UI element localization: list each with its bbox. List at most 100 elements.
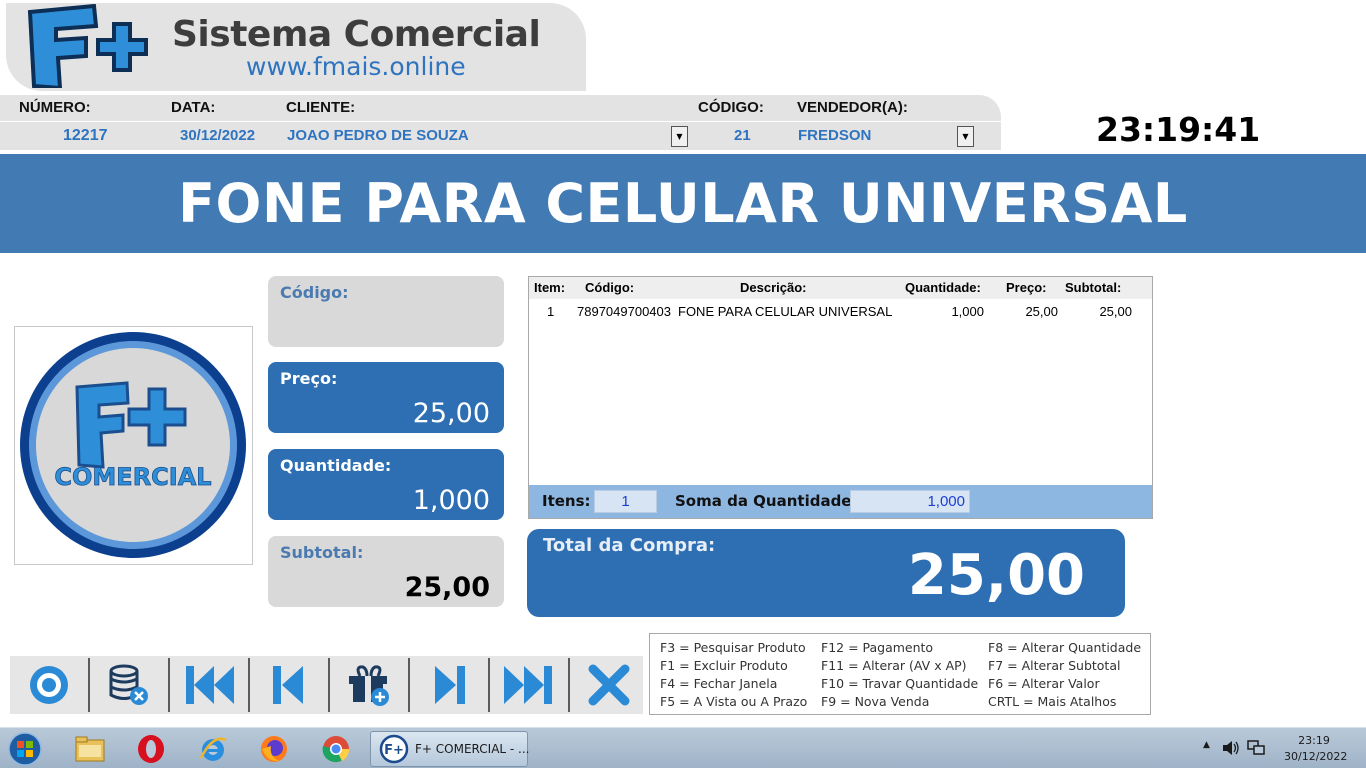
row-quantidade: 1,000 [951, 304, 984, 319]
close-button[interactable] [570, 656, 648, 714]
subtotal-card-label: Subtotal: [280, 543, 364, 562]
fmais-comercial-logo-icon: COMERCIAL [20, 332, 246, 558]
taskbar-explorer[interactable] [74, 733, 106, 765]
header-divider [0, 121, 1001, 122]
shortcuts-legend: F3 = Pesquisar Produto F12 = Pagamento F… [649, 633, 1151, 715]
row-subtotal: 25,00 [1099, 304, 1132, 319]
codigo-label: CÓDIGO: [698, 99, 764, 116]
preco-card: Preço: 25,00 [268, 362, 504, 433]
product-logo-word: COMERCIAL [54, 463, 211, 491]
data-value[interactable]: 30/12/2022 [180, 127, 255, 144]
taskbar-ie[interactable] [197, 733, 229, 765]
quantidade-card: Quantidade: 1,000 [268, 449, 504, 520]
app-url: www.fmais.online [246, 52, 466, 81]
taskbar-opera[interactable] [135, 733, 167, 765]
row-item: 1 [547, 304, 555, 319]
quantidade-card-value: 1,000 [412, 485, 490, 516]
taskbar-app-label: F+ COMERCIAL - ... [415, 742, 530, 756]
internet-explorer-icon [199, 737, 227, 761]
folder-icon [75, 736, 105, 762]
add-product-icon [349, 665, 389, 706]
product-image: COMERCIAL [14, 326, 253, 565]
database-remove-icon [109, 664, 148, 705]
subtotal-card-value: 25,00 [404, 572, 490, 603]
first-record-icon [186, 666, 234, 704]
col-codigo: Código: [585, 280, 635, 295]
row-descricao: FONE PARA CELULAR UNIVERSAL [678, 304, 893, 319]
cliente-dropdown-button[interactable]: ▼ [671, 126, 688, 147]
chevron-down-icon: ▼ [676, 132, 683, 141]
table-footer: Itens: 1 Soma da Quantidade: 1,000 [529, 485, 1152, 518]
taskbar-time: 23:19 [1298, 734, 1330, 747]
shortcut-text: F8 = Alterar Quantidade [988, 640, 1142, 655]
shortcut-text: F1 = Excluir Produto [660, 658, 788, 673]
itens-count: 1 [594, 490, 657, 513]
taskbar-fcomercial[interactable]: F+ F+ COMERCIAL - ... [370, 731, 530, 767]
codigo-value[interactable]: 21 [734, 127, 751, 144]
volume-icon[interactable] [1222, 740, 1240, 756]
items-table: Item: Código: Descrição: Quantidade: Pre… [528, 276, 1153, 519]
row-preco: 25,00 [1025, 304, 1058, 319]
row-codigo: 7897049700403 [577, 304, 671, 319]
product-name: FONE PARA CELULAR UNIVERSAL [178, 172, 1188, 235]
shortcut-text: F5 = A Vista ou A Prazo [660, 694, 808, 709]
chrome-icon [322, 736, 350, 763]
add-product-button[interactable] [330, 656, 408, 714]
app-title: Sistema Comercial [172, 14, 541, 55]
taskbar: F+ F+ COMERCIAL - ... ▲ 23:19 30/12/2022 [0, 727, 1366, 768]
shortcut-text: F7 = Alterar Subtotal [988, 658, 1121, 673]
remove-database-button[interactable] [90, 656, 168, 714]
previous-record-button[interactable] [250, 656, 328, 714]
disc-button[interactable] [10, 656, 88, 714]
network-icon[interactable] [1247, 740, 1265, 756]
col-quantidade: Quantidade: [905, 280, 981, 295]
app-icon-mark: F+ [384, 743, 404, 758]
fmais-app-icon: F+ [379, 734, 409, 764]
shortcut-text: F11 = Alterar (AV x AP) [821, 658, 967, 673]
chevron-down-icon: ▼ [962, 132, 969, 141]
cliente-label: CLIENTE: [286, 99, 356, 116]
cliente-select[interactable]: JOAO PEDRO DE SOUZA [287, 127, 469, 144]
next-record-button[interactable] [410, 656, 488, 714]
col-item: Item: [534, 280, 566, 295]
col-descricao: Descrição: [740, 280, 807, 295]
total-panel: Total da Compra: 25,00 [527, 529, 1125, 617]
subtotal-card: Subtotal: 25,00 [268, 536, 504, 607]
taskbar-chrome[interactable] [320, 733, 352, 765]
taskbar-clock[interactable]: 23:19 30/12/2022 [1284, 733, 1348, 765]
shortcut-text: F4 = Fechar Janela [660, 676, 778, 691]
opera-icon [138, 735, 164, 763]
shortcut-text: F3 = Pesquisar Produto [660, 640, 806, 655]
action-toolbar [10, 656, 643, 714]
shortcut-text: F12 = Pagamento [821, 640, 934, 655]
vendedor-dropdown-button[interactable]: ▼ [957, 126, 974, 147]
shortcut-text: F10 = Travar Quantidade [821, 676, 979, 691]
vendedor-select[interactable]: FREDSON [798, 127, 871, 144]
fmais-logo-icon [27, 4, 148, 88]
windows-start-icon [8, 732, 42, 766]
codigo-card-label: Código: [280, 283, 349, 302]
col-subtotal: Subtotal: [1065, 280, 1122, 295]
total-label: Total da Compra: [543, 535, 716, 556]
soma-quantidade-value: 1,000 [850, 490, 970, 513]
start-button[interactable] [6, 731, 44, 767]
shortcut-text: F6 = Alterar Valor [988, 676, 1100, 691]
vendedor-label: VENDEDOR(A): [797, 99, 908, 116]
disc-icon [30, 666, 68, 704]
last-record-button[interactable] [490, 656, 568, 714]
itens-label: Itens: [542, 492, 591, 510]
table-row[interactable]: 1 7897049700403 FONE PARA CELULAR UNIVER… [529, 303, 1152, 321]
first-record-button[interactable] [170, 656, 248, 714]
codigo-input[interactable]: Código: [268, 276, 504, 347]
numero-value: 12217 [63, 127, 108, 144]
preco-card-label: Preço: [280, 369, 338, 388]
close-icon [588, 664, 630, 706]
soma-quantidade-label: Soma da Quantidade: [675, 492, 858, 510]
table-header: Item: Código: Descrição: Quantidade: Pre… [529, 277, 1152, 299]
product-banner: FONE PARA CELULAR UNIVERSAL [0, 154, 1366, 253]
taskbar-date: 30/12/2022 [1284, 750, 1348, 763]
total-value: 25,00 [907, 543, 1085, 608]
last-record-icon [504, 666, 552, 704]
taskbar-firefox[interactable] [258, 733, 290, 765]
tray-expand-icon[interactable]: ▲ [1203, 740, 1210, 750]
